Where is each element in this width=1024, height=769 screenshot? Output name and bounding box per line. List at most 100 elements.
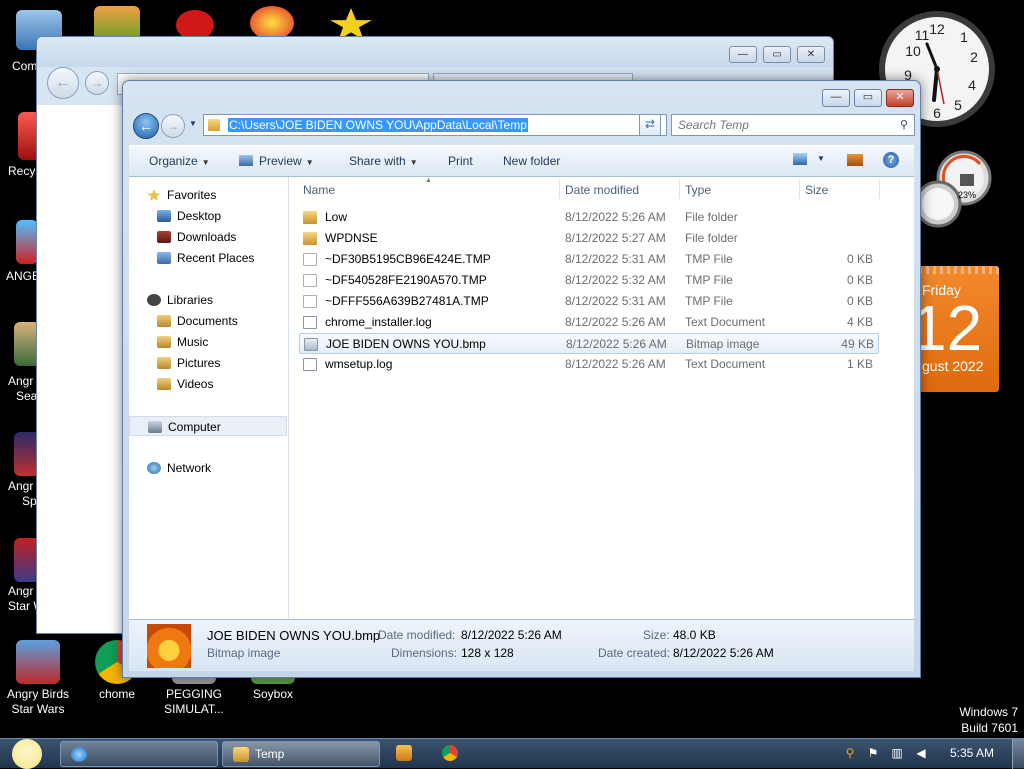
- file-date-modified: 8/12/2022 5:32 AM: [565, 273, 666, 287]
- browser-close-button[interactable]: ✕: [797, 46, 825, 63]
- nav-downloads[interactable]: Downloads: [129, 227, 287, 247]
- chrome-icon[interactable]: [442, 745, 458, 761]
- help-icon[interactable]: ?: [883, 152, 899, 168]
- file-row[interactable]: ~DF30B5195CB96E424E.TMP 8/12/2022 5:31 AM…: [299, 249, 879, 270]
- start-button[interactable]: [6, 739, 46, 769]
- windows-version-line2: Build 7601: [961, 721, 1018, 735]
- angry-birds-icon[interactable]: [16, 220, 38, 264]
- print-button[interactable]: Print: [448, 154, 473, 168]
- media-player-icon[interactable]: [396, 745, 412, 761]
- calendar-gadget[interactable]: Friday 12 gust 2022: [919, 266, 999, 392]
- address-bar[interactable]: C:\Users\JOE BIDEN OWNS YOU\AppData\Loca…: [203, 114, 667, 136]
- file-name: Low: [325, 210, 348, 224]
- nav-libraries[interactable]: Libraries: [129, 290, 287, 310]
- taskbar-explorer-button[interactable]: Temp: [222, 741, 380, 767]
- column-header-name[interactable]: Name: [303, 183, 335, 197]
- browser-maximize-button[interactable]: ▭: [763, 46, 791, 63]
- file-type: Bitmap image: [686, 337, 760, 351]
- desktop-icon-label: chome: [98, 687, 136, 701]
- minimize-button[interactable]: —: [822, 89, 850, 107]
- organize-button[interactable]: Organize ▼: [149, 154, 210, 168]
- command-bar: Organize ▼ Preview ▼ Share with ▼ Print New…: [129, 145, 914, 177]
- explorer-window[interactable]: — ▭ ✕ ← → ▼ C:\Users\JOE BIDEN OWNS YOU\…: [122, 80, 921, 678]
- pegging-top-icon[interactable]: [250, 6, 294, 40]
- file-icon: [303, 253, 317, 266]
- sort-indicator-icon: ▲: [425, 177, 432, 184]
- volume-icon[interactable]: ◀: [914, 746, 928, 760]
- preview-pane-icon[interactable]: [847, 154, 863, 166]
- file-row[interactable]: ~DF540528FE2190A570.TMP 8/12/2022 5:32 AM…: [299, 270, 879, 291]
- file-list-pane: ▲ Name Date modified Type Size Low 8/12/2…: [289, 177, 914, 619]
- calendar-date: 12: [919, 292, 983, 364]
- file-row[interactable]: Low 8/12/2022 5:26 AM File folder: [299, 207, 879, 228]
- column-divider[interactable]: [799, 179, 800, 199]
- file-size: 49 KB: [841, 337, 874, 351]
- nav-label: Libraries: [167, 293, 214, 307]
- search-icon[interactable]: ⚲: [900, 118, 908, 131]
- share-with-button[interactable]: Share with ▼: [349, 154, 418, 168]
- browser-minimize-button[interactable]: —: [729, 46, 757, 63]
- folder-icon: [208, 119, 220, 131]
- maximize-button[interactable]: ▭: [854, 89, 882, 107]
- angry-birds-star-wars-icon: [16, 640, 60, 684]
- bad-piggies-icon[interactable]: [94, 6, 140, 40]
- search-input[interactable]: [672, 115, 882, 135]
- svg-text:11: 11: [915, 27, 930, 43]
- new-folder-button[interactable]: New folder: [503, 154, 560, 168]
- print-label: Print: [448, 154, 473, 168]
- refresh-button[interactable]: ⇄: [639, 114, 661, 136]
- details-pane: JOE BIDEN OWNS YOU.bmp Bitmap image Date…: [129, 619, 914, 671]
- nav-computer[interactable]: Computer: [129, 416, 287, 436]
- desktop-icon-angry-birds-star-wars[interactable]: Angry Birds Star Wars: [0, 640, 76, 717]
- nav-desktop[interactable]: Desktop: [129, 206, 287, 226]
- column-divider[interactable]: [879, 179, 880, 199]
- column-header-size[interactable]: Size: [805, 183, 828, 197]
- back-button[interactable]: ←: [133, 113, 159, 139]
- file-row[interactable]: ~DFFF556A639B27481A.TMP 8/12/2022 5:31 AM…: [299, 291, 879, 312]
- file-row[interactable]: chrome_installer.log 8/12/2022 5:26 AM Tex…: [299, 312, 879, 333]
- windows-version-watermark: Windows 7 Build 7601: [959, 704, 1018, 736]
- nav-network[interactable]: Network: [129, 458, 287, 478]
- preview-button[interactable]: Preview ▼: [239, 154, 314, 168]
- address-path[interactable]: C:\Users\JOE BIDEN OWNS YOU\AppData\Loca…: [228, 118, 528, 132]
- file-size: 0 KB: [846, 252, 873, 266]
- taskbar-ie-button[interactable]: [60, 741, 218, 767]
- column-header-type[interactable]: Type: [685, 183, 711, 197]
- search-icon[interactable]: ⚲: [843, 746, 857, 760]
- file-row[interactable]: WPDNSE 8/12/2022 5:27 AM File folder: [299, 228, 879, 249]
- file-row[interactable]: wmsetup.log 8/12/2022 5:26 AM Text Documen…: [299, 354, 879, 375]
- details-date-modified: 8/12/2022 5:26 AM: [461, 628, 562, 642]
- nav-documents[interactable]: Documents: [129, 311, 287, 331]
- change-view-icon[interactable]: [793, 153, 807, 165]
- forward-button[interactable]: →: [161, 114, 185, 138]
- view-options-chevron-icon[interactable]: ▼: [817, 154, 825, 163]
- column-header-date[interactable]: Date modified: [565, 183, 639, 197]
- share-with-label: Share with: [349, 154, 406, 168]
- svg-text:10: 10: [905, 43, 921, 59]
- file-date-modified: 8/12/2022 5:27 AM: [565, 231, 666, 245]
- file-date-modified: 8/12/2022 5:26 AM: [565, 210, 666, 224]
- desktop-label-recycle: Recy: [8, 164, 36, 178]
- recent-pages-chevron-icon[interactable]: ▼: [189, 119, 197, 128]
- search-box[interactable]: ⚲: [671, 114, 915, 136]
- column-divider[interactable]: [559, 179, 560, 199]
- nav-favorites[interactable]: Favorites: [129, 185, 287, 205]
- network-tray-icon[interactable]: ▥: [890, 746, 904, 760]
- show-desktop-button[interactable]: [1012, 739, 1024, 769]
- nav-videos[interactable]: Videos: [129, 374, 287, 394]
- folder-icon: [303, 211, 317, 224]
- browser-forward-button[interactable]: →: [85, 71, 109, 95]
- browser-back-button[interactable]: ←: [47, 67, 79, 99]
- nav-recent-places[interactable]: Recent Places: [129, 248, 287, 268]
- action-center-flag-icon[interactable]: ⚑: [866, 746, 880, 760]
- nav-pictures[interactable]: Pictures: [129, 353, 287, 373]
- text-file-icon: [303, 316, 317, 329]
- file-row[interactable]: JOE BIDEN OWNS YOU.bmp 8/12/2022 5:26 AM B…: [299, 333, 879, 354]
- cpu-meter-gadget[interactable]: 23%: [918, 150, 1000, 240]
- browser-titlebar[interactable]: [37, 37, 833, 67]
- taskbar-clock[interactable]: 5:35 AM: [950, 746, 994, 760]
- column-divider[interactable]: [679, 179, 680, 199]
- nav-music[interactable]: Music: [129, 332, 287, 352]
- libraries-icon: [147, 294, 161, 306]
- close-button[interactable]: ✕: [886, 89, 914, 107]
